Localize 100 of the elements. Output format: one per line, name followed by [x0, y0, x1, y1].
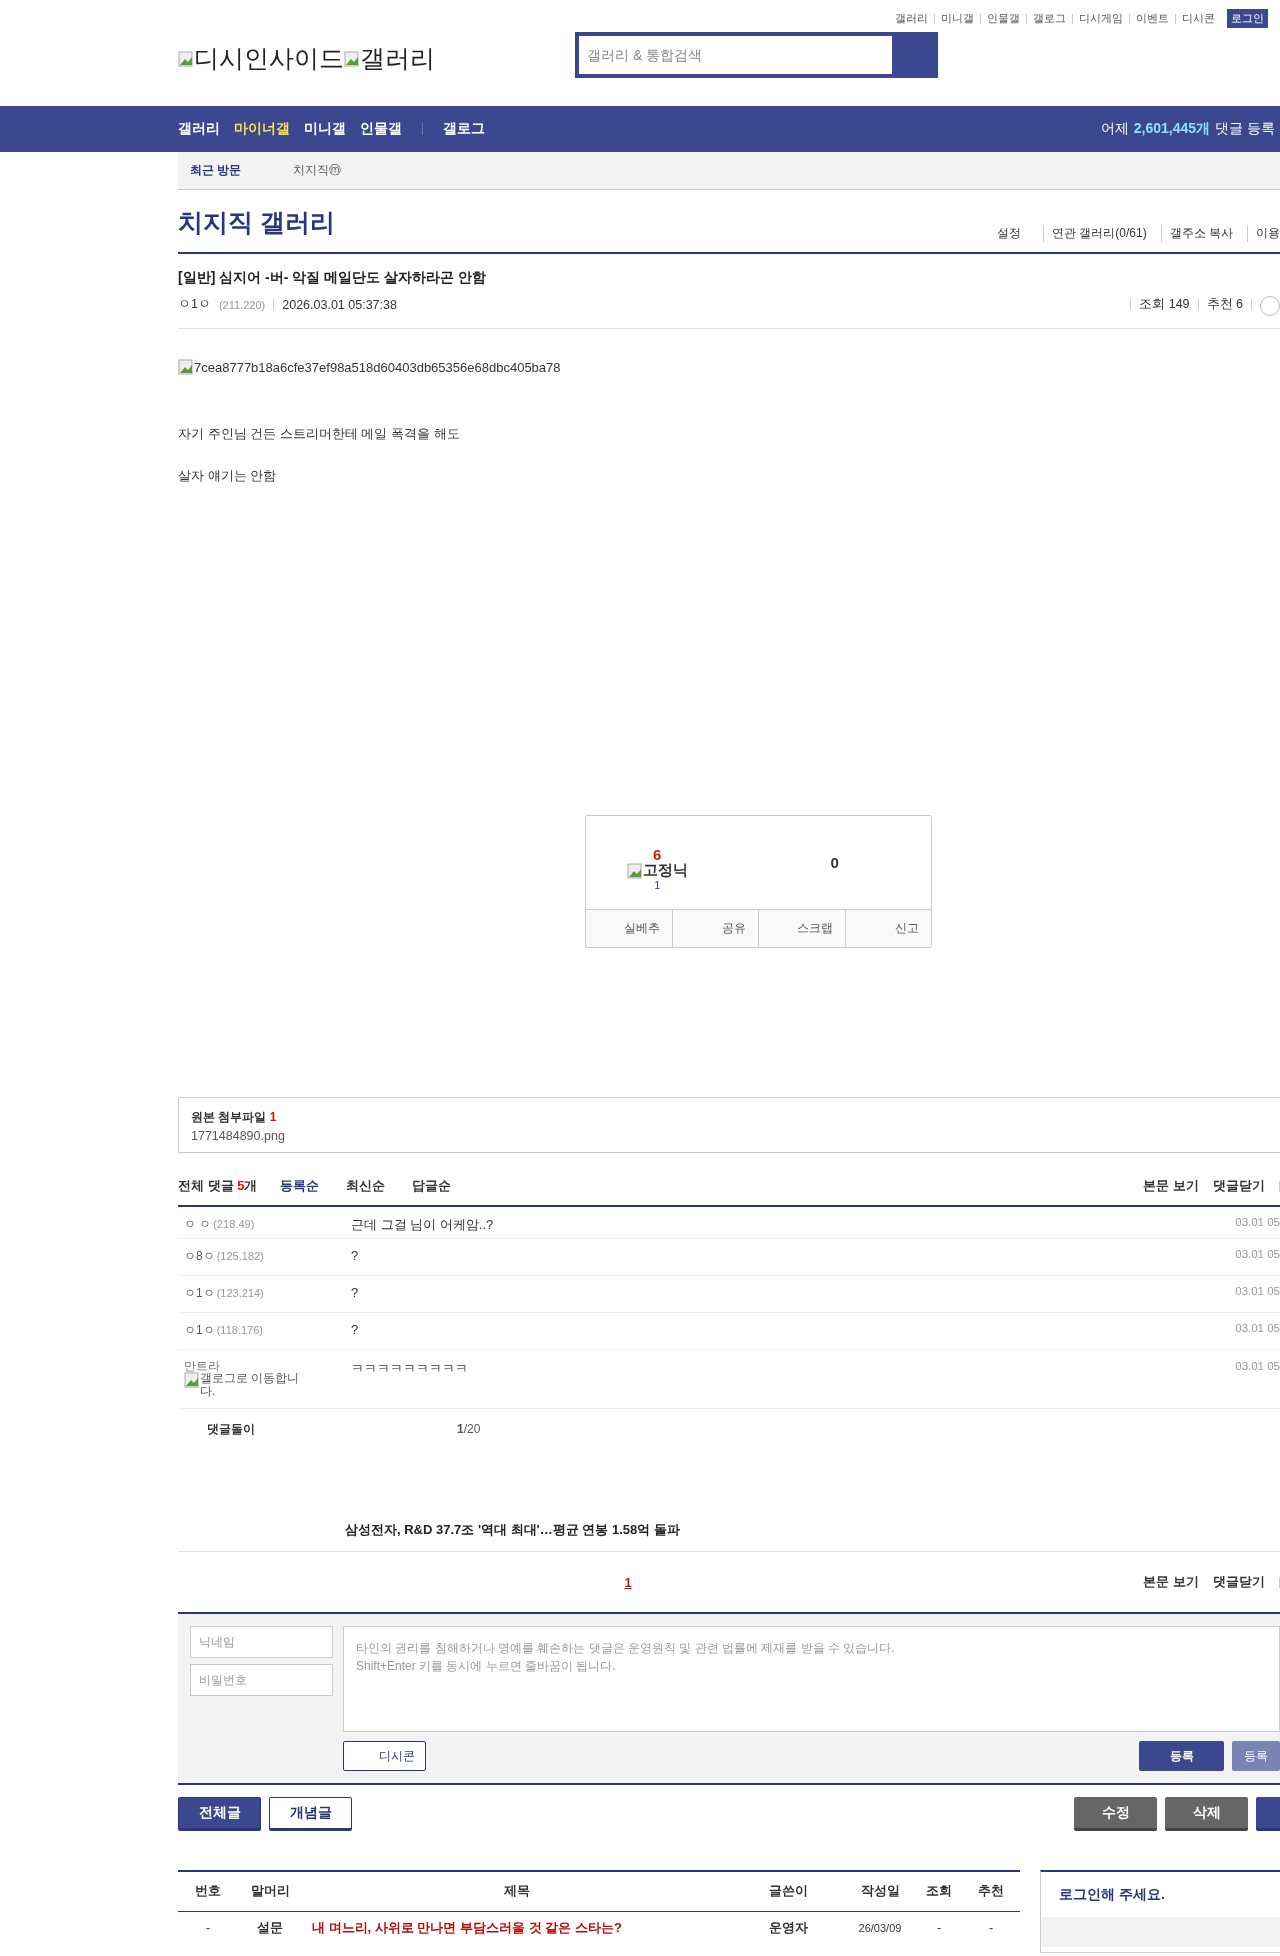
submit-button[interactable]: 등록 — [1232, 1741, 1280, 1771]
comment-link[interactable]: 본문 보기 — [1143, 1573, 1199, 1591]
fixed-nick-count: 1 — [654, 880, 661, 891]
nav-item[interactable]: 마이너갤 — [234, 120, 290, 138]
top-link[interactable]: 디시콘 — [1182, 11, 1215, 26]
login-button[interactable]: 로그인 — [1227, 9, 1268, 28]
comment-date: 03.01 05 — [1235, 1360, 1280, 1374]
attachment-link[interactable]: 1771484890.png — [191, 1129, 285, 1143]
page-link[interactable]: 1 — [624, 1574, 632, 1590]
comment-text: ? — [351, 1248, 360, 1265]
column-header: 글쓴이 — [732, 1871, 844, 1912]
vote-action-button[interactable]: 실베추 — [586, 910, 672, 947]
comment-count: 5 — [237, 1178, 245, 1193]
nav-item[interactable]: 갤로그 — [443, 120, 485, 138]
recent-item[interactable]: 치지직ⓜ — [293, 162, 342, 179]
post-paragraph: 자기 주인님 건든 스트리머한테 메일 폭격을 해도 — [178, 425, 461, 443]
broken-image-icon — [184, 1372, 200, 1388]
broken-image-icon — [178, 50, 194, 67]
bot-page: 1 — [457, 1422, 464, 1436]
top-link[interactable]: 디시게임 — [1079, 11, 1123, 26]
comment-nick[interactable]: ㅇ1ㅇ — [184, 1322, 215, 1339]
write-button[interactable] — [1256, 1797, 1280, 1831]
nav-item[interactable]: 갤러리 — [178, 120, 220, 138]
comment-nick[interactable]: 만트라 — [184, 1360, 220, 1372]
comment-text: 근데 그걸 님이 어케암..? — [351, 1216, 495, 1234]
submit-button[interactable]: 등록 — [1139, 1741, 1224, 1771]
vote-action-button[interactable]: 스크랩 — [758, 910, 845, 947]
comment-date: 03.01 05 — [1235, 1285, 1280, 1299]
login-prompt: 로그인해 주세요. — [1058, 1885, 1166, 1904]
table-cell: 설문 — [238, 1911, 302, 1944]
search-field[interactable]: 갤러리 & 통합검색 — [579, 36, 892, 74]
gallery-link[interactable]: 갤주소 복사 — [1160, 225, 1233, 242]
comment-ip: (118.176) — [216, 1324, 263, 1336]
gallery-logo[interactable]: 갤러리 — [344, 42, 435, 75]
news-headline[interactable]: 삼성전자, R&D 37.7조 '역대 최대'…평균 연봉 1.58억 돌파 — [345, 1522, 680, 1537]
post-link[interactable]: 내 며느리, 사위로 만나면 부담스러울 것 같은 스타는? — [302, 1911, 732, 1944]
comment-bot-label: 댓글돌이 — [206, 1420, 256, 1438]
comment-date: 03.01 05 — [1235, 1322, 1280, 1336]
gallog-link[interactable]: 갤로그로 이동합니다. — [184, 1372, 309, 1398]
comment-text: ? — [351, 1322, 360, 1339]
fixed-nick-label: 고정닉 — [626, 861, 688, 880]
nav-item[interactable]: 인물갤 — [360, 120, 402, 138]
sort-tab[interactable]: 최신순 — [346, 1177, 386, 1195]
dccon-button[interactable]: 디시콘 — [343, 1741, 426, 1771]
comment-link[interactable]: 본문 보기 — [1143, 1177, 1199, 1195]
comment-count-unit: 개 — [244, 1178, 258, 1193]
column-header: 말머리 — [238, 1871, 302, 1912]
upvote-count: 6 — [653, 846, 662, 863]
author-ip: (211.220) — [218, 298, 266, 311]
list-button[interactable]: 전체글 — [178, 1797, 261, 1831]
sort-tab[interactable]: 답글순 — [412, 1177, 452, 1195]
comment-link[interactable]: 댓글닫기 — [1213, 1177, 1265, 1195]
column-header: 번호 — [178, 1871, 238, 1912]
column-header: 조회 — [916, 1871, 962, 1912]
gallery-link[interactable]: 설정 — [988, 225, 1021, 242]
column-header: 작성일 — [844, 1871, 916, 1912]
top-link[interactable]: 갤러리 — [895, 11, 928, 26]
top-link[interactable]: 미니갤 — [941, 11, 974, 26]
top-link[interactable]: 갤로그 — [1033, 11, 1066, 26]
gallery-link[interactable]: 이용 — [1247, 225, 1280, 242]
comment-ip: (123.214) — [216, 1287, 264, 1299]
broken-image-icon — [344, 50, 360, 67]
sort-tab[interactable]: 등록순 — [280, 1177, 320, 1195]
comment-field[interactable]: 타인의 권리를 침해하거나 명예를 훼손하는 댓글은 운영원칙 및 관련 법률에 제재를 받을 수 있습니다. Shift+Enter 키를 동시에 누르면 줄바꿈이 됩니다. — [343, 1626, 1280, 1732]
top-link[interactable]: 이벤트 — [1136, 11, 1169, 26]
table-cell: 26/03/09 — [844, 1911, 916, 1944]
comment-ip: (125.182) — [216, 1250, 264, 1262]
nickname-field[interactable]: 닉네임 — [190, 1626, 333, 1658]
comment-total-label: 전체 댓글 — [178, 1178, 234, 1193]
post-title: [일반] 심지어 -버- 악질 메일단도 살자하라곤 안함 — [178, 269, 487, 287]
table-cell: 운영자 — [732, 1911, 844, 1944]
gallery-link[interactable]: 연관 갤러리(0/61) — [1042, 225, 1147, 242]
comment-ip: (218.49) — [213, 1218, 255, 1230]
comment-link[interactable]: 댓글닫기 — [1213, 1573, 1265, 1591]
table-cell: - — [962, 1911, 1020, 1944]
password-field[interactable]: 비밀번호 — [190, 1664, 333, 1696]
column-header: 제목 — [302, 1871, 732, 1912]
post-action-button[interactable]: 수정 — [1074, 1797, 1157, 1831]
broken-image-icon — [178, 359, 194, 375]
top-link[interactable]: 인물갤 — [987, 11, 1020, 26]
list-button[interactable]: 개념글 — [269, 1797, 352, 1831]
post-date: 2026.03.01 05:37:38 — [282, 297, 397, 312]
bot-total: /20 — [463, 1422, 481, 1436]
stats-count: 2,601,445개 — [1133, 120, 1211, 138]
stats-label: 댓글 등록 — [1215, 120, 1275, 138]
vote-action-button[interactable]: 공유 — [671, 910, 758, 947]
comment-nick[interactable]: ㅇ ㅇ — [184, 1216, 212, 1233]
gallery-title: 치지직 갤러리 — [178, 207, 335, 238]
column-header: 추천 — [962, 1871, 1020, 1912]
attachment-count: 1 — [269, 1110, 277, 1124]
comment-date: 03.01 05 — [1235, 1248, 1280, 1262]
vote-action-button[interactable]: 신고 — [844, 910, 931, 947]
comment-text: ㅋㅋㅋㅋㅋㅋㅋㅋㅋ — [351, 1360, 469, 1378]
comment-nick[interactable]: ㅇ1ㅇ — [184, 1285, 215, 1302]
nav-item[interactable]: 미니갤 — [304, 120, 346, 138]
attachment-label: 원본 첨부파일 — [191, 1110, 267, 1124]
comment-nick[interactable]: ㅇ8ㅇ — [184, 1248, 215, 1265]
post-action-button[interactable]: 삭제 — [1165, 1797, 1248, 1831]
site-logo[interactable]: 디시인사이드 — [178, 42, 344, 75]
author-nick[interactable]: ㅇ1ㅇ — [178, 296, 211, 313]
